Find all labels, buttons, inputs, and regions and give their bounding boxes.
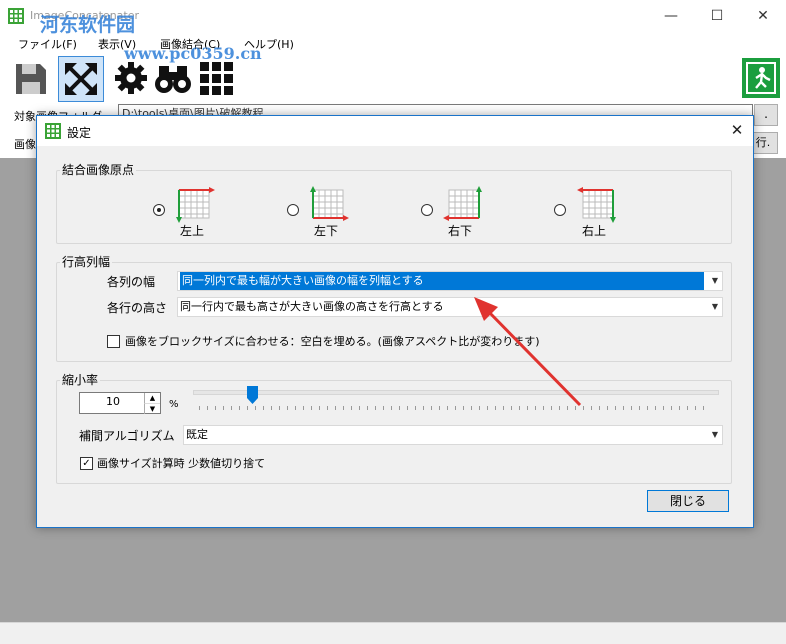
- interpolation-select[interactable]: 既定 ▼: [183, 425, 723, 445]
- maximize-button[interactable]: ☐: [694, 0, 740, 32]
- binoculars-icon[interactable]: [152, 56, 194, 100]
- round-down-checkbox[interactable]: ✓: [80, 457, 93, 470]
- origin-radio-top-left[interactable]: [153, 204, 165, 216]
- scale-value: 10: [106, 395, 120, 408]
- slider-ticks: [199, 406, 711, 410]
- grid-app-icon: [8, 8, 24, 24]
- interpolation-label: 補間アルゴリズム: [79, 429, 175, 443]
- toolbar: [0, 54, 786, 102]
- rowcol-group-title: 行高列幅: [60, 253, 113, 270]
- round-down-label: 画像サイズ計算時 少数値切り捨て: [97, 457, 266, 470]
- corner-top-left-icon: [176, 187, 215, 223]
- menu-file[interactable]: ファイル(F): [18, 36, 77, 52]
- close-button[interactable]: ✕: [740, 0, 786, 32]
- row-height-value: 同一行内で最も高さが大きい画像の高さを行高とする: [180, 300, 444, 313]
- browse-button[interactable]: .: [754, 104, 778, 126]
- exit-icon[interactable]: [742, 58, 780, 98]
- dialog-close-button[interactable]: ✕: [727, 120, 747, 140]
- expand-icon[interactable]: [58, 56, 104, 102]
- column-width-select[interactable]: 同一列内で最も幅が大きい画像の幅を列幅とする ▼: [177, 271, 723, 291]
- origin-label-top-left: 左上: [180, 224, 205, 238]
- menubar: ファイル(F) 表示(V) 画像結合(C) ヘルプ(H): [0, 33, 786, 53]
- origin-label-top-right: 右上: [582, 224, 607, 238]
- column-width-value: 同一列内で最も幅が大きい画像の幅を列幅とする: [180, 272, 704, 290]
- settings-dialog: 設定 ✕ 結合画像原点 左上 左下 右下 右上 行高列幅 各列の幅 同一列内で最…: [36, 115, 754, 528]
- origin-group-title: 結合画像原点: [60, 161, 137, 178]
- chevron-down-icon: ▼: [711, 276, 718, 285]
- dialog-close-text-button[interactable]: 閉じる: [647, 490, 729, 512]
- interpolation-value: 既定: [186, 428, 208, 441]
- image-label: 画像: [14, 138, 36, 151]
- scale-unit: %: [169, 399, 179, 410]
- dialog-titlebar: 設定 ✕: [37, 116, 753, 146]
- minimize-button[interactable]: —: [648, 0, 694, 32]
- status-bar: [0, 622, 786, 644]
- corner-bottom-left-icon: [310, 186, 349, 221]
- spin-up-icon[interactable]: ▲: [144, 393, 160, 403]
- origin-radio-bottom-right[interactable]: [421, 204, 433, 216]
- grid-app-icon: [45, 123, 61, 139]
- origin-label-bottom-right: 右下: [448, 224, 473, 238]
- scale-group-title: 縮小率: [60, 371, 101, 388]
- gear-icon[interactable]: [110, 56, 152, 100]
- chevron-down-icon: ▼: [711, 430, 718, 439]
- column-width-label: 各列の幅: [107, 275, 156, 289]
- origin-label-bottom-left: 左下: [314, 224, 339, 238]
- slider-thumb[interactable]: [247, 386, 259, 404]
- slider-track: [193, 390, 719, 395]
- scale-spinbox[interactable]: 10 ▲ ▼: [79, 392, 161, 414]
- corner-top-right-icon: [577, 187, 616, 223]
- corner-bottom-right-icon: [443, 186, 482, 221]
- chevron-down-icon: ▼: [711, 302, 718, 311]
- annotation-arrow-icon: [474, 297, 582, 407]
- grid-icon[interactable]: [196, 56, 238, 100]
- fit-block-checkbox[interactable]: [107, 335, 120, 348]
- spin-down-icon[interactable]: ▼: [144, 403, 160, 414]
- save-icon[interactable]: [10, 56, 52, 100]
- row-height-select[interactable]: 同一行内で最も高さが大きい画像の高さを行高とする ▼: [177, 297, 723, 317]
- origin-radio-top-right[interactable]: [554, 204, 566, 216]
- dialog-title: 設定: [67, 126, 92, 140]
- scale-slider[interactable]: [193, 386, 719, 414]
- origin-radio-bottom-left[interactable]: [287, 204, 299, 216]
- row-height-label: 各行の高さ: [107, 301, 168, 315]
